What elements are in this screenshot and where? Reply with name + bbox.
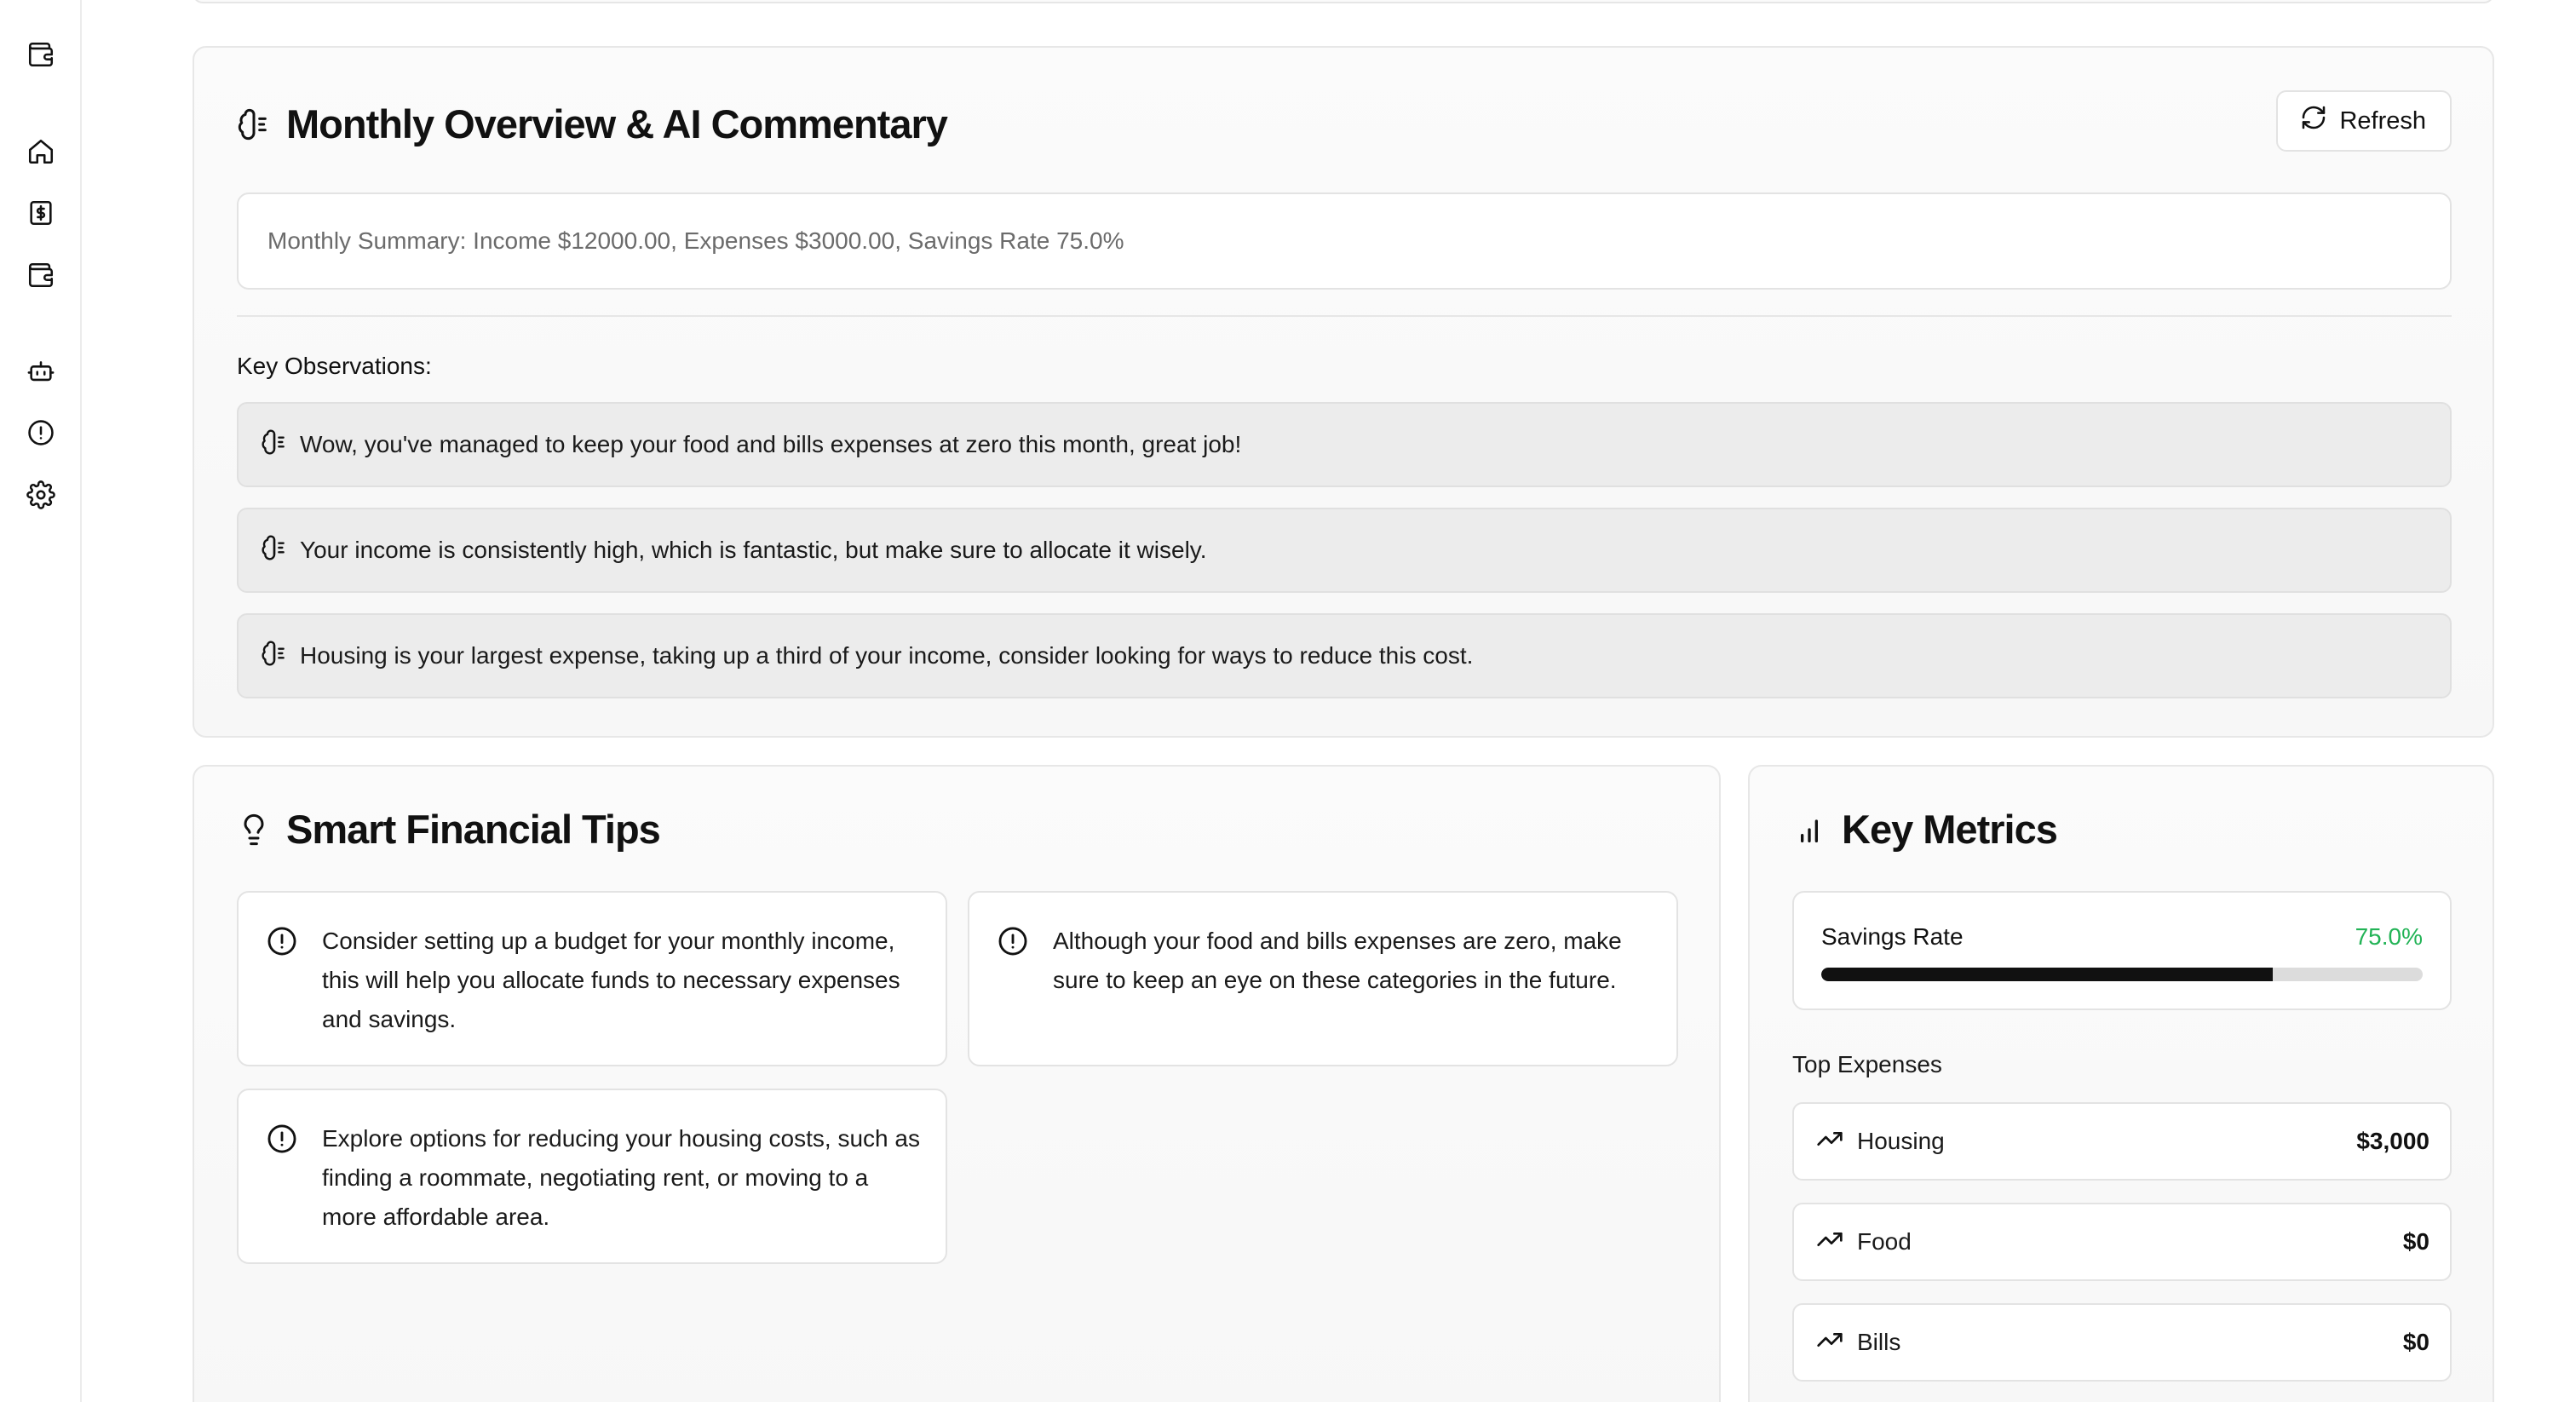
tips-header: Smart Financial Tips — [237, 806, 661, 853]
wallet-icon[interactable] — [26, 260, 56, 290]
bar-chart-icon — [1792, 813, 1826, 847]
expense-name: Housing — [1857, 1128, 1945, 1154]
observation-text: Your income is consistently high, which … — [300, 537, 1207, 563]
trending-up-icon — [1816, 1125, 1857, 1158]
brain-icon — [261, 534, 288, 567]
wallet-icon[interactable] — [26, 39, 56, 70]
refresh-label: Refresh — [2339, 106, 2426, 135]
lightbulb-icon — [237, 813, 271, 847]
alert-circle-icon — [997, 925, 1029, 957]
tip-card: Although your food and bills expenses ar… — [968, 891, 1678, 1066]
main-content: Monthly Overview & AI Commentary Refresh… — [82, 0, 2576, 1402]
expense-name: Bills — [1857, 1329, 1901, 1355]
brain-icon — [261, 640, 288, 673]
trending-up-icon — [1816, 1226, 1857, 1259]
bot-icon[interactable] — [26, 356, 56, 387]
monthly-summary-text: Monthly Summary: Income $12000.00, Expen… — [267, 227, 1124, 254]
expense-item: Food $0 — [1792, 1203, 2452, 1281]
observation-item: Wow, you've managed to keep your food an… — [237, 402, 2452, 487]
metrics-title: Key Metrics — [1842, 807, 2058, 852]
savings-progress-bar — [1821, 968, 2423, 981]
gear-icon[interactable] — [26, 480, 56, 510]
expense-item: Housing $3,000 — [1792, 1102, 2452, 1181]
expense-item: Bills $0 — [1792, 1303, 2452, 1382]
savings-rate-label: Savings Rate — [1821, 923, 1964, 950]
savings-rate-box: Savings Rate 75.0% — [1792, 891, 2452, 1010]
monthly-summary-field[interactable]: Monthly Summary: Income $12000.00, Expen… — [237, 192, 2452, 290]
dollar-icon[interactable] — [26, 198, 56, 228]
refresh-icon — [2300, 104, 2327, 138]
monthly-overview-card: Monthly Overview & AI Commentary Refresh… — [193, 46, 2494, 738]
top-expenses-title: Top Expenses — [1792, 1051, 1942, 1077]
expense-name: Food — [1857, 1228, 1912, 1255]
metrics-header: Key Metrics — [1792, 806, 2058, 853]
previous-card — [193, 0, 2494, 3]
key-metrics-card: Key Metrics Savings Rate 75.0% Top Expen… — [1748, 765, 2494, 1402]
tips-title: Smart Financial Tips — [286, 807, 661, 852]
observation-item: Your income is consistently high, which … — [237, 508, 2452, 593]
financial-tips-card: Smart Financial Tips Consider setting up… — [193, 765, 1721, 1402]
tip-text: Explore options for reducing your housin… — [322, 1125, 920, 1230]
savings-rate-value: 75.0% — [2355, 923, 2423, 950]
overview-header: Monthly Overview & AI Commentary — [237, 101, 948, 147]
alert-circle-icon — [266, 925, 298, 957]
savings-rate-row: Savings Rate 75.0% — [1821, 923, 2423, 951]
tip-card: Consider setting up a budget for your mo… — [237, 891, 947, 1066]
observation-text: Wow, you've managed to keep your food an… — [300, 431, 1242, 457]
expense-amount: $3,000 — [2356, 1128, 2429, 1154]
expense-amount: $0 — [2402, 1329, 2429, 1355]
tip-card: Explore options for reducing your housin… — [237, 1089, 947, 1264]
expense-amount: $0 — [2402, 1228, 2429, 1255]
observation-text: Housing is your largest expense, taking … — [300, 642, 1474, 669]
trending-up-icon — [1816, 1326, 1857, 1359]
tip-text: Although your food and bills expenses ar… — [1053, 928, 1622, 993]
alert-circle-icon — [266, 1123, 298, 1155]
app-root: Monthly Overview & AI Commentary Refresh… — [0, 0, 2576, 1402]
alert-circle-icon[interactable] — [26, 417, 56, 448]
savings-progress-fill — [1821, 968, 2273, 981]
brain-icon — [237, 107, 271, 141]
brain-icon — [261, 428, 288, 462]
refresh-button[interactable]: Refresh — [2276, 90, 2452, 152]
overview-title: Monthly Overview & AI Commentary — [286, 101, 948, 147]
tip-text: Consider setting up a budget for your mo… — [322, 928, 900, 1032]
divider — [237, 315, 2452, 317]
key-observations-title: Key Observations: — [237, 353, 432, 379]
sidebar — [0, 0, 82, 1402]
home-icon[interactable] — [26, 136, 56, 167]
observation-item: Housing is your largest expense, taking … — [237, 613, 2452, 698]
